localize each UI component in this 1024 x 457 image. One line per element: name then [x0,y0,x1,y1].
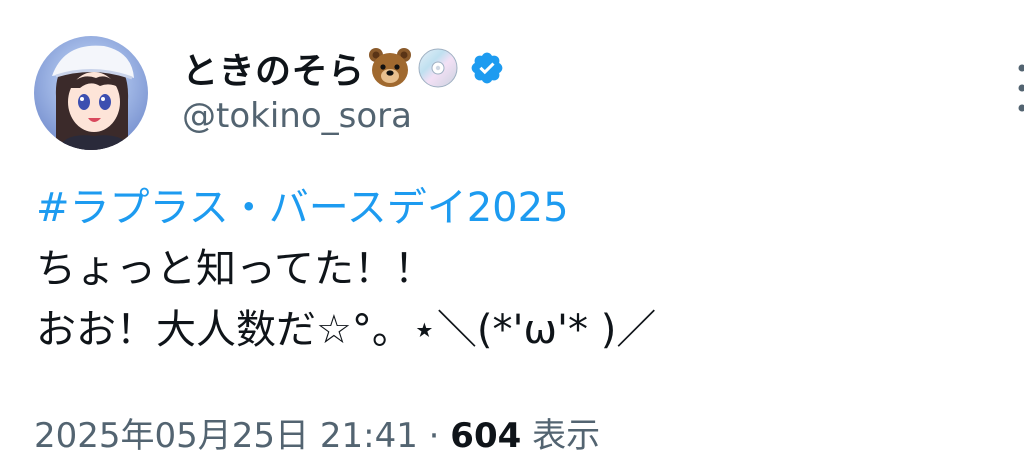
hashtag-link[interactable]: #ラプラス・バースデイ2025 [36,185,569,231]
meta-separator: · [418,416,450,456]
tweet-text: #ラプラス・バースデイ2025 ちょっと知ってた！！ おお！大人数だ☆°。⋆＼(… [36,178,996,361]
tweet-line-1: ちょっと知ってた！！ [36,239,996,300]
timestamp-link[interactable]: 2025年05月25日 21:41 [34,416,418,456]
avatar[interactable] [34,36,148,150]
cd-disc-icon [415,45,461,91]
bear-face-icon [367,45,413,91]
name-row: ときのそら [182,40,505,96]
tweet[interactable]: ときのそら [0,0,1024,450]
views-label: 表示 [521,416,600,456]
tweet-hashtag-line: #ラプラス・バースデイ2025 [36,178,996,239]
tweet-line-2: おお！大人数だ☆°。⋆＼(*'ω'* )／ [36,300,996,361]
verified-badge-icon[interactable] [469,50,505,86]
display-name[interactable]: ときのそら [182,42,365,94]
views-count: 604 [450,416,521,456]
user-handle[interactable]: @tokino_sora [182,96,412,136]
more-options-icon[interactable] [1012,58,1024,118]
